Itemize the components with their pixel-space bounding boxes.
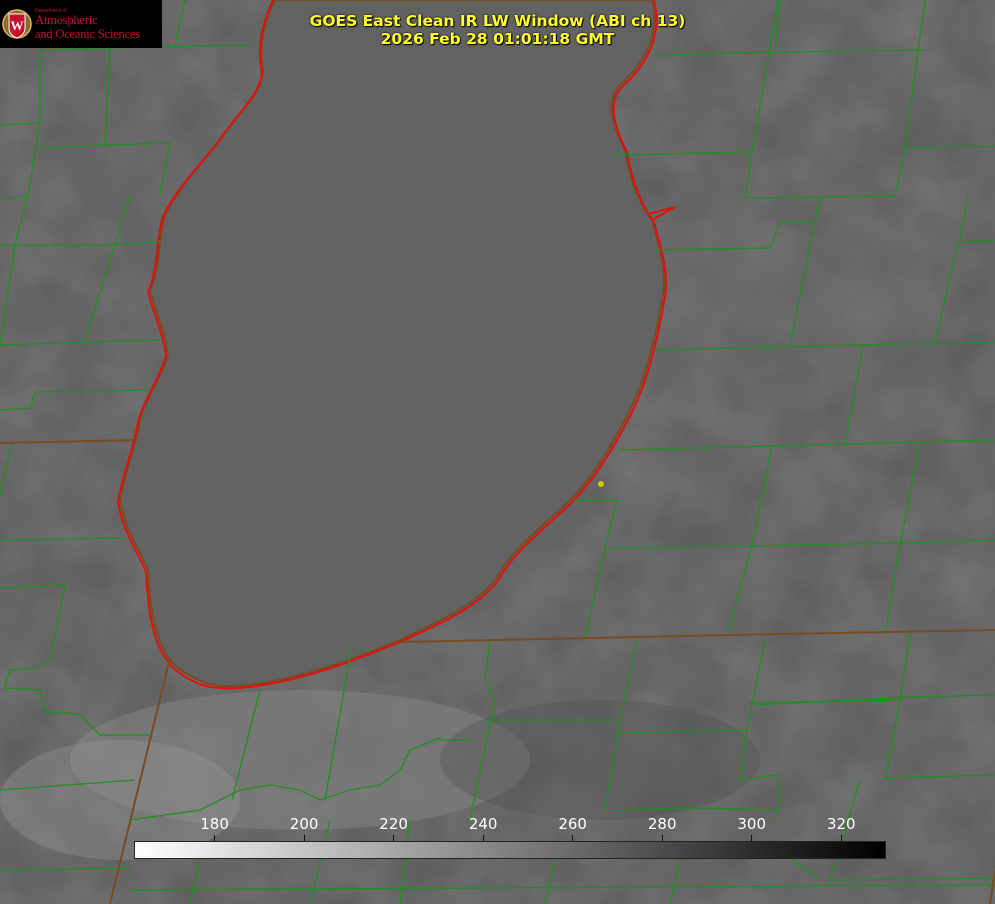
colorbar-tick-label: 200	[289, 815, 319, 833]
colorbar-tick-mark	[661, 835, 663, 841]
satellite-imagery-map	[0, 0, 995, 904]
colorbar-tick-mark	[482, 835, 484, 841]
colorbar-tick-mark	[303, 835, 305, 841]
colorbar-tick-label: 320	[826, 815, 856, 833]
colorbar-tick-label: 300	[737, 815, 767, 833]
image-timestamp: 2026 Feb 28 01:01:18 GMT	[380, 30, 615, 48]
colorbar-tick-label: 220	[379, 815, 408, 833]
location-marker	[598, 481, 604, 487]
image-title: GOES East Clean IR LW Window (ABI ch 13)	[309, 12, 686, 30]
colorbar-tick-label: 240	[468, 815, 498, 833]
colorbar-tick-mark	[840, 835, 842, 841]
colorbar-tick-label: 180	[200, 815, 229, 833]
colorbar-tick-label: 280	[647, 815, 677, 833]
colorbar-tick-mark	[214, 835, 216, 841]
colorbar-tick-mark	[393, 835, 395, 841]
colorbar-tick-mark	[751, 835, 753, 841]
colorbar-tick-mark	[572, 835, 574, 841]
temperature-colorbar	[134, 841, 886, 859]
colorbar-tick-label: 260	[558, 815, 587, 833]
